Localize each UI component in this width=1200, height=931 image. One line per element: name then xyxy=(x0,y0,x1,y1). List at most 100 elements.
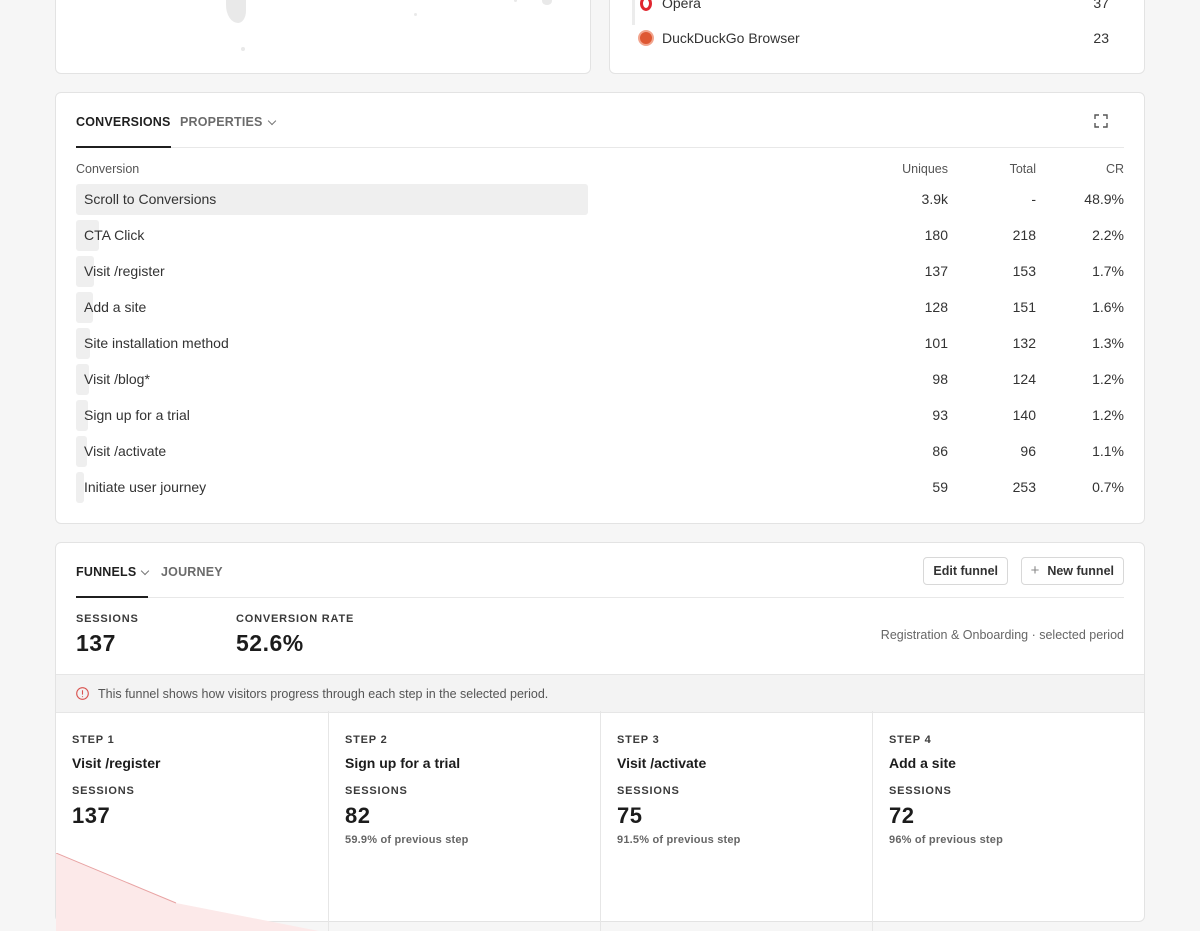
funnel-subtitle: Registration & Onboarding · selected per… xyxy=(880,628,1124,642)
funnel-step-4[interactable]: STEP 4 Add a site SESSIONS 72 96% of pre… xyxy=(873,711,1144,931)
conversion-name: Site installation method xyxy=(84,335,229,351)
new-funnel-button[interactable]: + New funnel xyxy=(1020,557,1124,585)
conversion-row[interactable]: Site installation method 101 132 1.3% xyxy=(76,328,1124,359)
conversion-name: Scroll to Conversions xyxy=(84,191,217,207)
browser-row-opera[interactable]: Opera 37 xyxy=(638,0,1109,14)
funnel-step-1[interactable]: STEP 1 Visit /register SESSIONS 137 xyxy=(56,711,329,931)
conversion-uniques: 59 xyxy=(932,479,948,495)
conversion-total: 140 xyxy=(1012,407,1036,423)
world-map-card xyxy=(55,0,591,74)
conversion-uniques: 101 xyxy=(924,335,948,351)
expand-icon[interactable] xyxy=(1094,114,1108,128)
conversion-name: Add a site xyxy=(84,299,147,315)
conversion-row[interactable]: Visit /blog* 98 124 1.2% xyxy=(76,364,1124,395)
step-name: Add a site xyxy=(889,755,956,771)
conversion-rate: 1.2% xyxy=(1092,371,1124,387)
step-name: Sign up for a trial xyxy=(345,755,461,771)
conversion-row[interactable]: Initiate user journey 59 253 0.7% xyxy=(76,472,1124,503)
tab-journey[interactable]: JOURNEY xyxy=(161,565,223,579)
conversion-name: Visit /register xyxy=(84,263,165,279)
step-sessions-value: 82 xyxy=(345,803,371,828)
conversion-uniques: 137 xyxy=(924,263,948,279)
step-number: STEP 3 xyxy=(617,734,660,746)
conversion-rate: 1.7% xyxy=(1092,263,1124,279)
button-label: Edit funnel xyxy=(933,564,998,578)
conversion-row[interactable]: Visit /register 137 153 1.7% xyxy=(76,256,1124,287)
column-header-conversion: Conversion xyxy=(76,162,140,176)
conversion-total: 124 xyxy=(1012,371,1036,387)
chevron-down-icon xyxy=(141,566,150,575)
funnel-dropoff-shape xyxy=(56,853,319,931)
column-header-total[interactable]: Total xyxy=(1010,162,1036,176)
conversion-total: 218 xyxy=(1012,227,1036,243)
step-number: STEP 4 xyxy=(889,734,932,746)
browsers-card: Opera 37 DuckDuckGo Browser 23 xyxy=(609,0,1145,74)
browser-name: DuckDuckGo Browser xyxy=(662,30,800,46)
conversions-tabs: CONVERSIONS PROPERTIES xyxy=(76,93,1124,148)
step-number: STEP 2 xyxy=(345,734,388,746)
browser-visitors: 37 xyxy=(1093,0,1109,11)
column-header-cr[interactable]: CR xyxy=(1106,162,1124,176)
funnel-step-3[interactable]: STEP 3 Visit /activate SESSIONS 75 91.5%… xyxy=(601,711,873,931)
conversion-row[interactable]: Add a site 128 151 1.6% xyxy=(76,292,1124,323)
tab-properties[interactable]: PROPERTIES xyxy=(180,115,276,129)
button-label: New funnel xyxy=(1047,564,1114,578)
conversion-total: 151 xyxy=(1012,299,1036,315)
step-sessions-value: 75 xyxy=(617,803,643,828)
conversion-rate: 1.3% xyxy=(1092,335,1124,351)
conversion-rate: 1.1% xyxy=(1092,443,1124,459)
conversion-total: - xyxy=(1031,191,1036,207)
map-landmass xyxy=(226,0,246,23)
funnel-step-2[interactable]: STEP 2 Sign up for a trial SESSIONS 82 5… xyxy=(329,711,601,931)
column-header-uniques[interactable]: Uniques xyxy=(902,162,948,176)
conversion-uniques: 98 xyxy=(932,371,948,387)
funnels-tabs: FUNNELS JOURNEY Edit funnel + New funnel xyxy=(76,543,1124,598)
funnels-card: FUNNELS JOURNEY Edit funnel + New funnel… xyxy=(55,542,1145,931)
tab-funnels[interactable]: FUNNELS xyxy=(76,565,150,598)
browser-visitors: 23 xyxy=(1093,30,1109,46)
conversion-uniques: 93 xyxy=(932,407,948,423)
step-sessions-label: SESSIONS xyxy=(345,785,408,797)
conversion-total: 132 xyxy=(1012,335,1036,351)
conversion-row[interactable]: Visit /activate 86 96 1.1% xyxy=(76,436,1124,467)
conversion-rate: 2.2% xyxy=(1092,227,1124,243)
sessions-label: SESSIONS xyxy=(76,613,139,625)
conversion-name: Sign up for a trial xyxy=(84,407,190,423)
conversion-rate-value: 52.6% xyxy=(236,630,304,656)
step-previous-percent: 91.5% of previous step xyxy=(617,834,741,846)
conversions-table-header: Conversion Uniques Total CR xyxy=(76,162,1124,178)
conversion-name: Visit /activate xyxy=(84,443,167,459)
conversion-uniques: 128 xyxy=(924,299,948,315)
conversion-total: 96 xyxy=(1020,443,1036,459)
tab-conversions[interactable]: CONVERSIONS xyxy=(76,115,171,148)
conversion-name: Visit /blog* xyxy=(84,371,150,387)
conversion-rate: 0.7% xyxy=(1092,479,1124,495)
conversion-rate-label: CONVERSION RATE xyxy=(236,613,355,625)
conversion-uniques: 180 xyxy=(924,227,948,243)
edit-funnel-button[interactable]: Edit funnel xyxy=(923,557,1008,585)
conversion-rate: 1.2% xyxy=(1092,407,1124,423)
duckduckgo-icon xyxy=(638,30,654,46)
funnel-notice: This funnel shows how visitors progress … xyxy=(56,674,1144,713)
conversion-row[interactable]: CTA Click 180 218 2.2% xyxy=(76,220,1124,251)
plus-icon: + xyxy=(1030,562,1040,579)
browser-row-duckduckgo[interactable]: DuckDuckGo Browser 23 xyxy=(638,27,1109,49)
map-landmass xyxy=(542,0,552,5)
step-sessions-value: 72 xyxy=(889,803,915,828)
map-landmass xyxy=(414,13,417,16)
conversion-row[interactable]: Scroll to Conversions 3.9k - 48.9% xyxy=(76,184,1124,215)
step-sessions-value: 137 xyxy=(72,803,111,828)
step-sessions-label: SESSIONS xyxy=(617,785,680,797)
tab-label: PROPERTIES xyxy=(180,115,263,129)
conversion-total: 153 xyxy=(1012,263,1036,279)
step-previous-percent: 96% of previous step xyxy=(889,834,1004,846)
conversion-row[interactable]: Sign up for a trial 93 140 1.2% xyxy=(76,400,1124,431)
sessions-value: 137 xyxy=(76,630,116,656)
conversion-name: CTA Click xyxy=(84,227,145,243)
list-divider xyxy=(632,0,635,25)
conversion-uniques: 86 xyxy=(932,443,948,459)
map-landmass xyxy=(241,47,245,51)
step-sessions-label: SESSIONS xyxy=(72,785,135,797)
conversions-card: CONVERSIONS PROPERTIES Conversion Unique… xyxy=(55,92,1145,524)
conversion-uniques: 3.9k xyxy=(921,191,948,207)
